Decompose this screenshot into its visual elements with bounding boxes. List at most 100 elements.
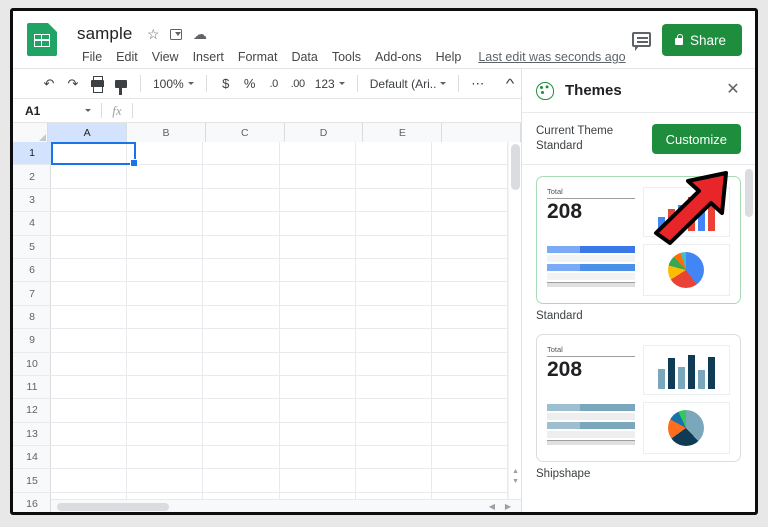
sidebar-vertical-scroll-thumb[interactable] (745, 169, 753, 217)
comment-icon[interactable] (632, 32, 651, 51)
row-header-2[interactable]: 2 (13, 165, 51, 189)
star-icon[interactable]: ☆ (147, 27, 160, 41)
grid-cell-A5[interactable] (51, 235, 128, 259)
grid-cell-C6[interactable] (203, 258, 280, 283)
document-title[interactable]: sample (77, 24, 132, 44)
grid-cell-B11[interactable] (127, 375, 204, 400)
grid-cell-E10[interactable] (355, 352, 432, 376)
grid-cell-B7[interactable] (127, 282, 204, 306)
grid-cell-E14[interactable] (355, 446, 432, 470)
grid-cell-C3[interactable] (203, 188, 280, 213)
row-header-3[interactable]: 3 (13, 189, 51, 213)
grid-cell-B15[interactable] (127, 469, 204, 493)
menu-item-view[interactable]: View (145, 48, 186, 66)
grid-cell-F7[interactable] (431, 282, 508, 306)
column-header-c[interactable]: C (205, 123, 285, 142)
column-header-a[interactable]: A (48, 123, 128, 142)
menu-item-format[interactable]: Format (231, 48, 285, 66)
grid-cell-B13[interactable] (127, 422, 204, 447)
scroll-up-icon[interactable]: ▲ (512, 468, 519, 475)
grid-cell-E8[interactable] (355, 305, 432, 330)
grid-cell-B9[interactable] (127, 329, 204, 353)
grid-cell-D7[interactable] (279, 282, 356, 306)
grid-cell-B2[interactable] (127, 165, 204, 189)
grid-cell-C8[interactable] (203, 305, 280, 330)
row-header-13[interactable]: 13 (13, 423, 51, 447)
row-header-9[interactable]: 9 (13, 329, 51, 353)
more-options-button[interactable]: ⋯ (466, 72, 490, 96)
last-edit-link[interactable]: Last edit was seconds ago (478, 50, 625, 64)
column-header-d[interactable]: D (284, 123, 364, 142)
grid-cell-B4[interactable] (127, 212, 204, 236)
grid-cell-F15[interactable] (431, 469, 508, 493)
grid-vertical-scroll-thumb[interactable] (511, 144, 520, 190)
row-header-6[interactable]: 6 (13, 259, 51, 283)
zoom-control[interactable]: 100% (148, 72, 199, 96)
name-box[interactable]: A1 (13, 99, 101, 122)
grid-cell-F8[interactable] (431, 305, 508, 330)
chevron-up-icon[interactable]: ^ (506, 76, 515, 91)
row-header-1[interactable]: 1 (13, 142, 51, 166)
grid-cell-A9[interactable] (51, 329, 128, 353)
grid-cell-C13[interactable] (203, 422, 280, 447)
grid-cell-C9[interactable] (203, 329, 280, 353)
grid-cell-F2[interactable] (431, 165, 508, 189)
grid-cell-E11[interactable] (355, 375, 432, 400)
grid-cell-A12[interactable] (51, 399, 128, 423)
grid-cell-D10[interactable] (279, 352, 356, 376)
select-all-corner[interactable] (13, 123, 49, 142)
grid-cell-E3[interactable] (355, 188, 432, 213)
grid-cell-C10[interactable] (203, 352, 280, 376)
move-to-folder-icon[interactable] (170, 27, 182, 41)
grid-cell-B3[interactable] (127, 188, 204, 213)
grid-cell-A4[interactable] (51, 212, 128, 236)
font-family-control[interactable]: Default (Ari... (365, 72, 451, 96)
grid-cell-F1[interactable] (431, 142, 508, 166)
grid-cell-A15[interactable] (51, 469, 128, 493)
grid-cell-A8[interactable] (51, 305, 128, 330)
grid-cell-D2[interactable] (279, 165, 356, 189)
grid-cell-B12[interactable] (127, 399, 204, 423)
grid-cell-C12[interactable] (203, 399, 280, 423)
row-header-12[interactable]: 12 (13, 399, 51, 423)
row-header-7[interactable]: 7 (13, 282, 51, 306)
grid-cell-E7[interactable] (355, 282, 432, 306)
grid-horizontal-scrollbar[interactable]: ◀ ▶ (51, 499, 521, 512)
grid-cell-D9[interactable] (279, 329, 356, 353)
menu-item-addons[interactable]: Add-ons (368, 48, 429, 66)
sidebar-vertical-scrollbar[interactable] (745, 169, 753, 504)
grid-cell-F14[interactable] (431, 446, 508, 470)
decrease-decimal-button[interactable]: .0 (262, 72, 286, 96)
grid-cell-A1[interactable] (51, 142, 128, 166)
increase-decimal-button[interactable]: .00 (286, 72, 310, 96)
grid-cell-E6[interactable] (355, 258, 432, 283)
print-icon[interactable] (85, 72, 109, 96)
grid-cell-E13[interactable] (355, 422, 432, 447)
grid-cell-C5[interactable] (203, 235, 280, 259)
row-header-4[interactable]: 4 (13, 212, 51, 236)
grid-cell-A10[interactable] (51, 352, 128, 376)
grid-cell-F3[interactable] (431, 188, 508, 213)
grid-cell-F4[interactable] (431, 212, 508, 236)
grid-cell-E15[interactable] (355, 469, 432, 493)
grid-cell-F12[interactable] (431, 399, 508, 423)
grid-cell-E2[interactable] (355, 165, 432, 189)
scroll-down-icon[interactable]: ▼ (512, 478, 519, 485)
undo-icon[interactable]: ↶ (37, 72, 61, 96)
grid-cell-D6[interactable] (279, 258, 356, 283)
row-header-10[interactable]: 10 (13, 353, 51, 376)
grid-cell-D4[interactable] (279, 212, 356, 236)
grid-vertical-scrollbar[interactable]: ▲ ▼ (508, 142, 521, 499)
grid-cell-F5[interactable] (431, 235, 508, 259)
grid-cell-A13[interactable] (51, 422, 128, 447)
row-header-8[interactable]: 8 (13, 306, 51, 330)
grid-cell-F13[interactable] (431, 422, 508, 447)
grid-cell-C1[interactable] (203, 142, 280, 166)
grid-cell-D11[interactable] (279, 375, 356, 400)
grid-cell-E12[interactable] (355, 399, 432, 423)
grid-horizontal-scroll-thumb[interactable] (57, 502, 169, 511)
grid-cell-B1[interactable] (127, 142, 204, 166)
row-header-16[interactable]: 16 (13, 493, 51, 512)
grid-cell-F10[interactable] (431, 352, 508, 376)
grid-cell-A2[interactable] (51, 165, 128, 189)
